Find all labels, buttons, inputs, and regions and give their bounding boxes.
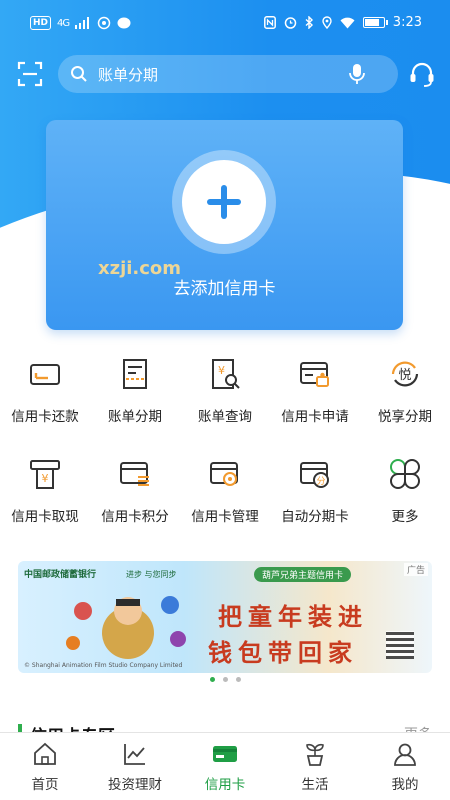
hd-badge: HD (30, 16, 52, 30)
feature-label: 更多 (391, 509, 419, 525)
bill-installment-icon (123, 359, 147, 389)
yue-badge: 悦 (398, 368, 411, 383)
tab-label: 首页 (31, 777, 59, 793)
promo-banner[interactable]: 中国邮政储蓄银行 进步 与您同步 葫芦兄弟主题信用卡 广告 把童年装进 钱包带回… (18, 561, 432, 673)
life-plant-icon (306, 743, 324, 766)
alarm-icon (284, 17, 297, 29)
feature-label: 自动分期卡 (281, 509, 349, 525)
feature-yue-installment[interactable]: 悦 悦享分期 (360, 345, 450, 445)
tab-label: 我的 (391, 777, 419, 793)
tab-home[interactable]: 首页 (0, 733, 90, 800)
battery-icon (362, 17, 388, 28)
bluetooth-icon (305, 16, 313, 29)
customer-service-icon[interactable] (408, 61, 436, 89)
banner-slogan: 进步 与您同步 (126, 570, 177, 579)
pagination-dot[interactable] (235, 677, 241, 682)
add-credit-card-panel[interactable]: xzji.com 去添加信用卡 (46, 120, 403, 330)
clock: 3:23 (392, 15, 422, 30)
status-right: 3:23 (263, 15, 422, 30)
feature-label: 账单查询 (198, 409, 252, 425)
feature-cash-withdraw[interactable]: ¥ 信用卡取现 (0, 445, 90, 545)
feature-row-1: 信用卡还款 账单分期 ¥ 账单查询 信用卡申请 悦 悦享分期 (0, 345, 450, 445)
profile-icon (394, 743, 416, 766)
card-manage-icon (210, 462, 238, 486)
status-bar: HD 4G 3:23 (0, 0, 450, 48)
more-icon (389, 458, 421, 490)
ad-tag: 广告 (403, 563, 428, 576)
feature-row-2: ¥ 信用卡取现 信用卡积分 信用卡管理 分 自动分期卡 更多 (0, 445, 450, 545)
credit-card-icon (213, 746, 237, 762)
card-apply-icon (300, 362, 329, 387)
feature-card-points[interactable]: 信用卡积分 (90, 445, 180, 545)
feature-label: 信用卡积分 (101, 509, 169, 525)
add-card-button[interactable] (182, 160, 266, 244)
feature-card-manage[interactable]: 信用卡管理 (180, 445, 270, 545)
home-icon (34, 742, 56, 765)
banner-headline-2: 钱包带回家 (208, 639, 358, 667)
feature-bill-installment[interactable]: 账单分期 (90, 345, 180, 445)
message-icon (117, 17, 131, 28)
tab-mine[interactable]: 我的 (360, 733, 450, 800)
tab-label: 生活 (301, 777, 329, 793)
cash-withdraw-icon: ¥ (30, 460, 60, 489)
card-repay-icon (30, 364, 60, 385)
feature-label: 信用卡还款 (11, 409, 79, 425)
banner-bank-name: 中国邮政储蓄银行 (24, 570, 97, 580)
invest-icon (124, 744, 145, 765)
nfc-icon (263, 16, 276, 29)
tab-label: 信用卡 (204, 777, 246, 793)
feature-label: 悦享分期 (378, 409, 432, 425)
feature-label: 信用卡取现 (11, 509, 79, 525)
add-card-label: 去添加信用卡 (173, 279, 276, 299)
wifi-icon (340, 17, 355, 28)
bottom-tab-bar: 首页 投资理财 信用卡 生活 我的 (0, 732, 450, 800)
status-left: HD 4G (30, 16, 131, 30)
hotspot-icon (97, 16, 111, 30)
scan-icon[interactable] (17, 61, 43, 87)
search-bar[interactable]: 账单分期 (58, 55, 398, 93)
tab-life[interactable]: 生活 (270, 733, 360, 800)
qr-code (386, 631, 414, 659)
installment-badge: 分 (316, 476, 325, 487)
feature-card-repay[interactable]: 信用卡还款 (0, 345, 90, 445)
svg-text:¥: ¥ (218, 364, 225, 377)
svg-text:¥: ¥ (42, 472, 49, 485)
banner-title: 葫芦兄弟主题信用卡 (254, 567, 352, 582)
battery-fill (364, 19, 379, 26)
feature-more[interactable]: 更多 (360, 445, 450, 545)
feature-label: 信用卡管理 (191, 509, 259, 525)
card-points-icon (120, 462, 149, 486)
tab-invest[interactable]: 投资理财 (90, 733, 180, 800)
tab-label: 投资理财 (108, 777, 162, 793)
banner-copyright: © Shanghai Animation Film Studio Company… (24, 662, 183, 669)
feature-grid: 信用卡还款 账单分期 ¥ 账单查询 信用卡申请 悦 悦享分期 ¥ 信用卡取现 信… (0, 345, 450, 545)
yue-installment-icon: 悦 (391, 361, 419, 387)
signal-label: 4G (57, 17, 70, 29)
search-input[interactable]: 账单分期 (98, 64, 348, 85)
microphone-icon[interactable] (348, 63, 366, 85)
pagination-dot[interactable] (209, 677, 215, 682)
add-button-ring[interactable] (172, 150, 276, 254)
pagination-dot[interactable] (222, 677, 228, 682)
feature-card-apply[interactable]: 信用卡申请 (270, 345, 360, 445)
location-icon (322, 16, 332, 29)
plus-icon (207, 185, 241, 219)
banner-headline-1: 把童年装进 (218, 603, 368, 631)
feature-auto-installment[interactable]: 分 自动分期卡 (270, 445, 360, 545)
feature-label: 信用卡申请 (281, 409, 349, 425)
feature-bill-query[interactable]: ¥ 账单查询 (180, 345, 270, 445)
cartoon-balloon-illustration (66, 596, 186, 659)
feature-label: 账单分期 (108, 409, 162, 425)
signal-icon (75, 17, 90, 29)
banner-pagination (0, 677, 450, 682)
auto-installment-icon: 分 (300, 462, 329, 488)
bill-query-icon: ¥ (212, 359, 240, 389)
search-icon (71, 66, 87, 82)
tab-credit-card[interactable]: 信用卡 (180, 733, 270, 800)
